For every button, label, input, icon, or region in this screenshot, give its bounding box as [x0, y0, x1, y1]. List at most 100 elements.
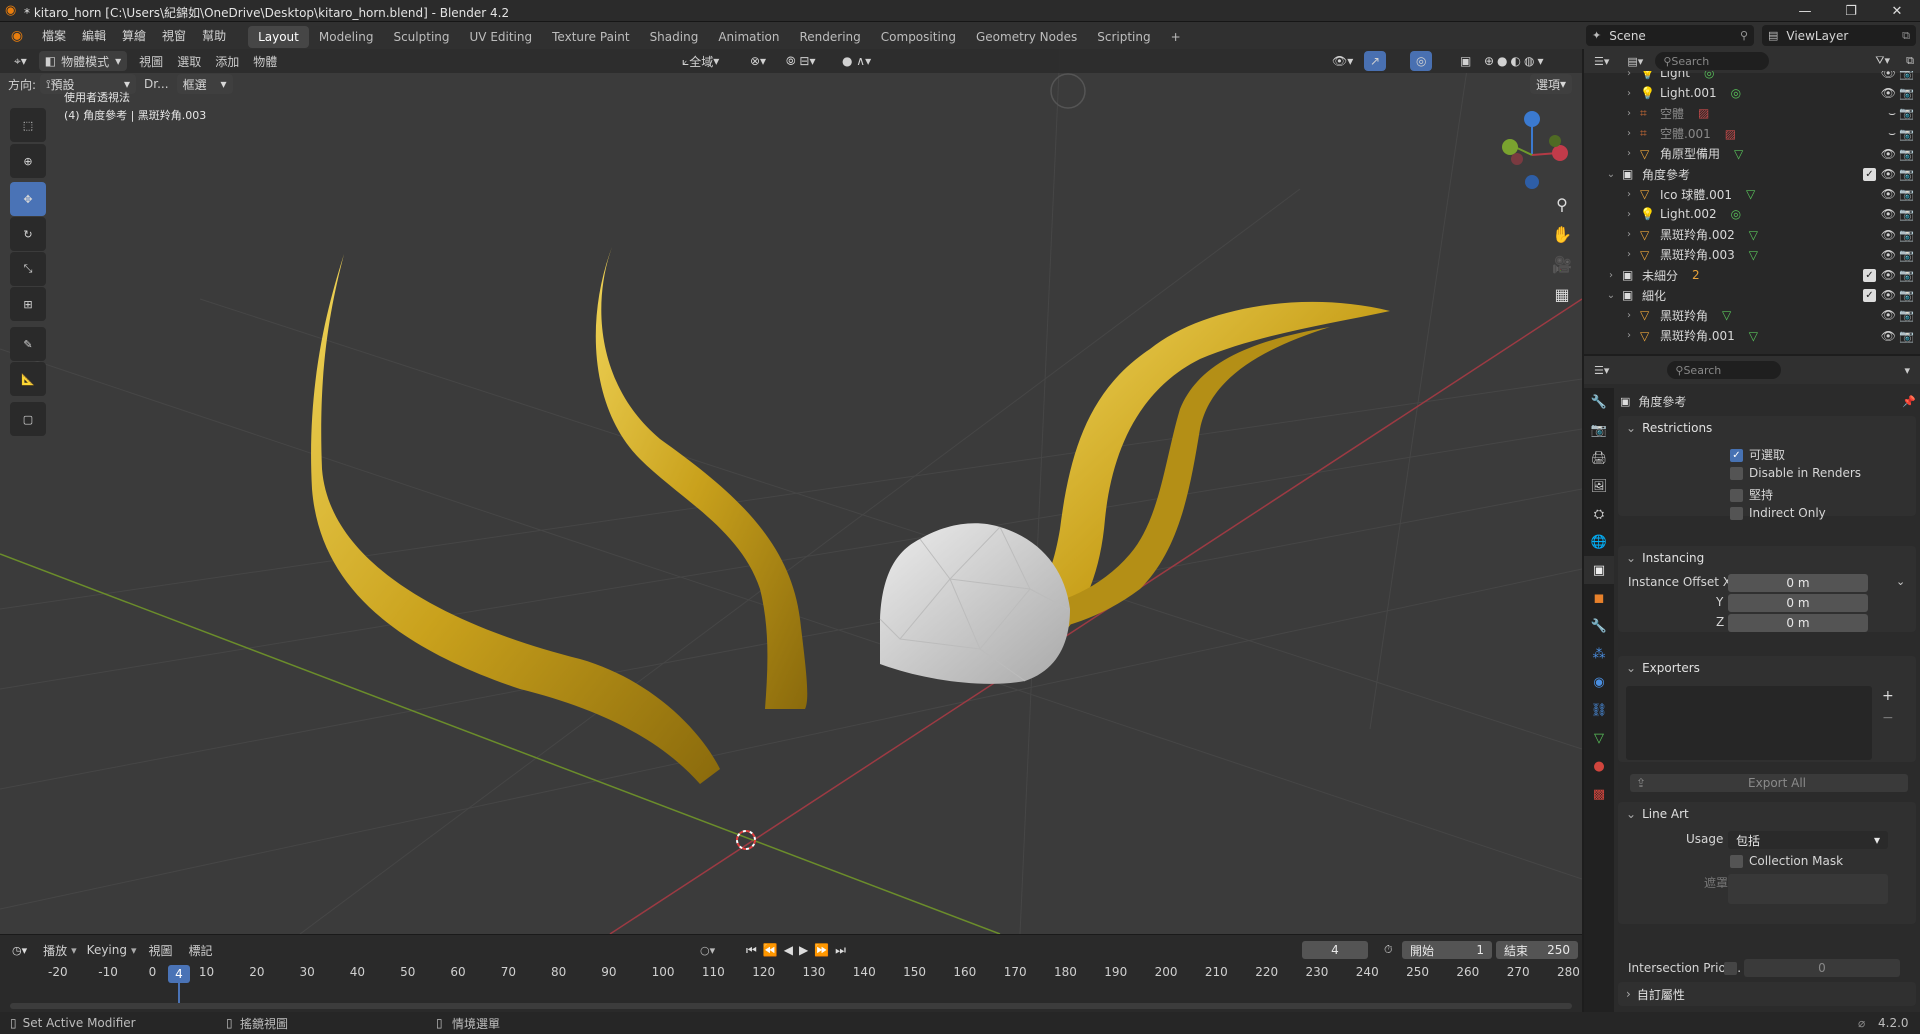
- shading-modes-icon[interactable]: ⊕●◐◍▾: [1478, 51, 1553, 71]
- tab-animation[interactable]: Animation: [708, 26, 789, 48]
- visibility-eye-icon[interactable]: 👁: [1881, 288, 1896, 302]
- exporters-list[interactable]: [1626, 686, 1872, 760]
- visibility-eye-icon[interactable]: 👁: [1881, 308, 1896, 322]
- texture-tab-icon[interactable]: ▩: [1584, 780, 1614, 808]
- visibility-eye-icon[interactable]: 👁: [1881, 71, 1896, 80]
- chevron-right-icon[interactable]: ›: [1622, 310, 1636, 321]
- render-camera-icon[interactable]: 📷: [1899, 71, 1914, 80]
- tab-texture-paint[interactable]: Texture Paint: [542, 26, 639, 48]
- offset-options-icon[interactable]: ⌄: [1896, 575, 1905, 588]
- tab-modeling[interactable]: Modeling: [309, 26, 384, 48]
- tab-geometry-nodes[interactable]: Geometry Nodes: [966, 26, 1087, 48]
- instance-offset-x-field[interactable]: 0 m: [1728, 574, 1868, 592]
- render-camera-icon[interactable]: 📷: [1899, 147, 1914, 161]
- tab-compositing[interactable]: Compositing: [871, 26, 966, 48]
- outliner-item[interactable]: › 💡 Light.002 ◎ 👁 📷: [1584, 204, 1920, 224]
- menu-edit[interactable]: 編輯: [74, 22, 114, 49]
- exclude-checkbox[interactable]: ✓: [1863, 288, 1876, 302]
- exporters-header[interactable]: ⌄ Exporters: [1618, 656, 1916, 680]
- render-camera-icon[interactable]: 📷: [1899, 207, 1914, 221]
- export-all-button[interactable]: ⇪ Export All: [1630, 774, 1908, 792]
- transform-orientation-dropdown[interactable]: ⟀ 全域 ▾: [676, 51, 725, 71]
- scene-tab-icon[interactable]: ⛭: [1584, 500, 1614, 528]
- visibility-eye-icon[interactable]: 👁: [1881, 248, 1896, 262]
- chevron-right-icon[interactable]: ›: [1622, 128, 1636, 139]
- mesh-data-icon[interactable]: ▽: [1749, 329, 1758, 343]
- constraints-tab-icon[interactable]: ⛓: [1584, 696, 1614, 724]
- render-camera-icon[interactable]: 📷: [1899, 268, 1914, 282]
- close-icon[interactable]: ✕: [1874, 0, 1920, 22]
- outliner-item[interactable]: › ▣ 未細分 2 ✓ 👁 📷: [1584, 265, 1920, 285]
- editor-type-icon[interactable]: ⌖▾: [8, 51, 33, 71]
- disable-in-renders-checkbox[interactable]: Disable in Renders: [1730, 466, 1861, 480]
- menu-window[interactable]: 視窗: [154, 22, 194, 49]
- visibility-eye-icon[interactable]: 👁: [1881, 167, 1896, 181]
- render-camera-icon[interactable]: 📷: [1899, 329, 1914, 343]
- transform-tool-icon[interactable]: ⊞: [10, 287, 46, 321]
- output-tab-icon[interactable]: 🖨: [1584, 444, 1614, 472]
- visibility-eye-icon[interactable]: ⌣: [1888, 126, 1896, 141]
- menu-object[interactable]: 物體: [253, 53, 277, 70]
- move-tool-icon[interactable]: ✥: [10, 182, 46, 216]
- intersection-priority-field[interactable]: 0: [1744, 959, 1900, 977]
- mask-bits-grid[interactable]: [1728, 874, 1888, 904]
- restrictions-header[interactable]: ⌄ Restrictions: [1618, 416, 1916, 440]
- selectable-checkbox[interactable]: ✓ 可選取: [1730, 446, 1785, 463]
- exclude-checkbox[interactable]: ✓: [1863, 167, 1876, 181]
- render-camera-icon[interactable]: 📷: [1899, 308, 1914, 322]
- chevron-right-icon[interactable]: ›: [1622, 148, 1636, 159]
- pan-hand-icon[interactable]: ✋: [1547, 220, 1577, 248]
- menu-select[interactable]: 選取: [177, 53, 201, 70]
- navigation-gizmo[interactable]: [1502, 111, 1568, 189]
- outliner-search-input[interactable]: ⚲ Search: [1655, 52, 1770, 70]
- world-tab-icon[interactable]: 🌐: [1584, 528, 1614, 556]
- visibility-eye-icon[interactable]: 👁: [1881, 147, 1896, 161]
- snap-icon[interactable]: ⦾ ⊟▾: [780, 51, 822, 71]
- cursor-tool-icon[interactable]: ⊕: [10, 144, 46, 178]
- chevron-right-icon[interactable]: ›: [1622, 71, 1636, 79]
- render-camera-icon[interactable]: 📷: [1899, 127, 1914, 141]
- render-camera-icon[interactable]: 📷: [1899, 248, 1914, 262]
- render-tab-icon[interactable]: 📷: [1584, 416, 1614, 444]
- light-data-icon[interactable]: ◎: [1704, 71, 1714, 80]
- particles-tab-icon[interactable]: ⁂: [1584, 640, 1614, 668]
- zoom-icon[interactable]: ⚲: [1547, 190, 1577, 218]
- instancing-header[interactable]: ⌄ Instancing: [1618, 546, 1916, 570]
- scene-selector[interactable]: ✦ Scene ⚲: [1586, 25, 1754, 46]
- add-exporter-icon[interactable]: +: [1882, 688, 1894, 704]
- mesh-data-icon[interactable]: ▽: [1722, 308, 1731, 322]
- outliner-item[interactable]: › ▽ 黑斑羚角.003 ▽ 👁 📷: [1584, 245, 1920, 265]
- minimize-icon[interactable]: —: [1782, 0, 1828, 22]
- intersection-priority-checkbox[interactable]: [1724, 962, 1737, 975]
- menu-render[interactable]: 算繪: [114, 22, 154, 49]
- 3d-viewport[interactable]: ⌖▾ ◧ 物體模式 ▾ 視圖 選取 添加 物體 ⟀ 全域 ▾ ⊗▾ ⦾ ⊟▾ ● ∧…: [0, 49, 1582, 934]
- outliner-item[interactable]: › ⌗ 空體 ▨ ⌣ 📷: [1584, 103, 1920, 123]
- menu-add[interactable]: 添加: [215, 53, 239, 70]
- timeline-scrollbar[interactable]: [10, 1003, 1572, 1009]
- visibility-icon[interactable]: 👁▾: [1326, 51, 1359, 71]
- frame-ruler[interactable]: -20 -10 0 10 20 30 40 50 60 70 80 90 100 110 120 130 140…: [0, 935, 1582, 1013]
- pin-properties-icon[interactable]: 📌: [1902, 395, 1916, 408]
- outliner-item[interactable]: › 💡 Light.001 ◎ 👁 📷: [1584, 83, 1920, 103]
- visibility-eye-icon[interactable]: 👁: [1881, 187, 1896, 201]
- new-viewlayer-icon[interactable]: ⧉: [1902, 29, 1910, 43]
- instance-offset-z-field[interactable]: 0 m: [1728, 614, 1868, 632]
- chevron-right-icon[interactable]: ›: [1622, 249, 1636, 260]
- light-data-icon[interactable]: ◎: [1731, 86, 1741, 100]
- properties-options-icon[interactable]: ▾: [1904, 364, 1910, 377]
- light-data-icon[interactable]: ◎: [1731, 207, 1741, 221]
- collection-tab-icon[interactable]: ▣: [1584, 556, 1614, 584]
- visibility-eye-icon[interactable]: 👁: [1881, 86, 1896, 100]
- outliner-item[interactable]: › 💡 Light ◎ 👁 📷: [1584, 71, 1920, 83]
- xray-icon[interactable]: ▣: [1454, 51, 1477, 71]
- instance-offset-y-field[interactable]: 0 m: [1728, 594, 1868, 612]
- outliner-item[interactable]: ⌄ ▣ 細化 ✓ 👁 📷: [1584, 285, 1920, 305]
- new-collection-icon[interactable]: ⧉: [1906, 54, 1914, 68]
- outliner-item[interactable]: › ▽ 黑斑羚角 ▽ 👁 📷: [1584, 305, 1920, 325]
- tool-tab-icon[interactable]: 🔧: [1584, 388, 1614, 416]
- scale-tool-icon[interactable]: ⤡: [10, 252, 46, 286]
- rotate-tool-icon[interactable]: ↻: [10, 217, 46, 251]
- tab-sculpting[interactable]: Sculpting: [383, 26, 459, 48]
- perspective-toggle-icon[interactable]: ▦: [1547, 280, 1577, 308]
- display-mode-icon[interactable]: ▤▾: [1627, 55, 1643, 68]
